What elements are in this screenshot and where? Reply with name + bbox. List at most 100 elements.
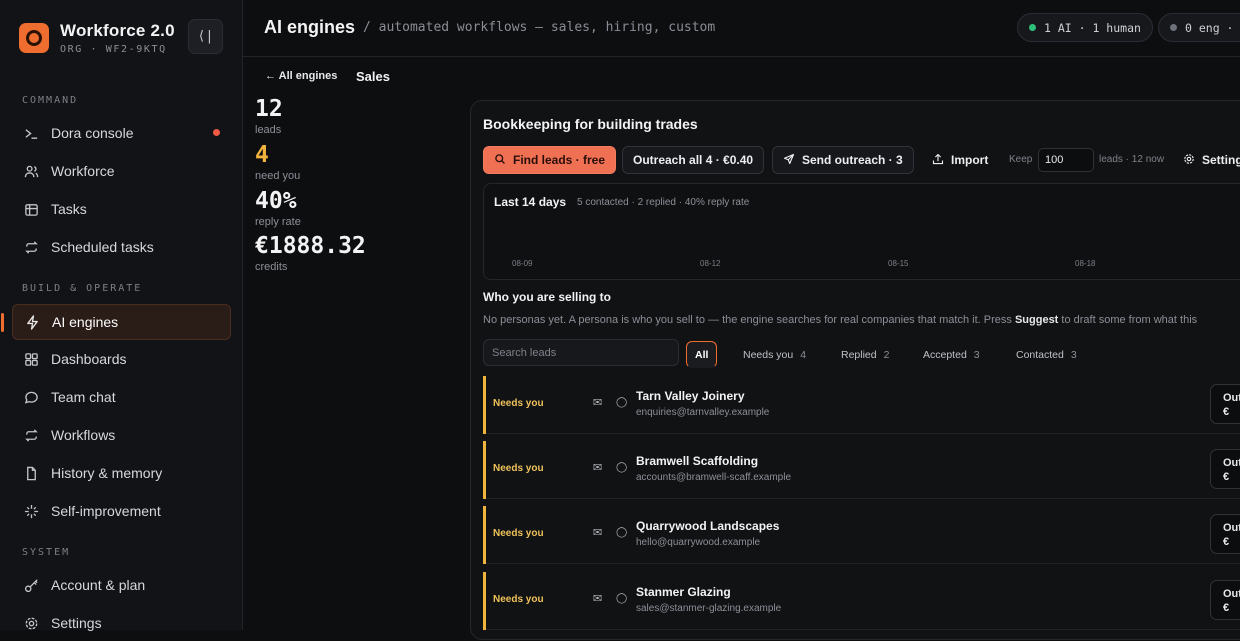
outreach-button[interactable]: Out € — [1210, 449, 1240, 489]
presence-pill[interactable]: 1 AI · 1 human — [1017, 13, 1153, 42]
sidebar-item-ai-engines[interactable]: AI engines — [1, 304, 231, 340]
engine-settings-button[interactable]: Settings — [1173, 146, 1240, 174]
gear-icon — [1183, 153, 1195, 168]
keep-leads-input[interactable] — [1038, 148, 1094, 172]
send-outreach-label: Send outreach · 3 — [802, 153, 903, 167]
sidebar-item-label: Team chat — [51, 389, 116, 405]
mail-icon[interactable]: ✉ — [593, 396, 602, 409]
chat-icon[interactable]: ◯ — [616, 462, 627, 473]
send-outreach-button[interactable]: Send outreach · 3 — [772, 146, 914, 174]
sidebar-item-account-plan[interactable]: Account & plan — [12, 567, 231, 603]
chart-tick: 08-09 — [512, 259, 533, 268]
stat-leads-value: 12 — [255, 96, 283, 122]
outreach-button[interactable]: Out € — [1210, 384, 1240, 424]
brand-logo-icon — [19, 23, 49, 53]
calendar-icon — [23, 201, 40, 218]
lead-row[interactable]: Needs you ✉ ◯ Bramwell Scaffolding accou… — [483, 441, 1240, 499]
stat-credits-label: credits — [255, 261, 288, 273]
sidebar-item-workforce[interactable]: Workforce — [12, 153, 231, 189]
sidebar: Workforce 2.0 ORG · WF2-9KTQ ⟨| COMMAND … — [0, 0, 243, 631]
sidebar-item-scheduled-tasks[interactable]: Scheduled tasks — [12, 229, 231, 265]
outreach-all-label: Outreach all 4 · €0.40 — [633, 153, 754, 167]
sidebar-item-label: Scheduled tasks — [51, 239, 154, 255]
needs-you-indicator — [483, 376, 486, 434]
find-leads-button[interactable]: Find leads · free — [483, 146, 617, 174]
brand[interactable]: Workforce 2.0 ORG · WF2-9KTQ — [19, 21, 175, 55]
sidebar-item-team-chat[interactable]: Team chat — [12, 379, 231, 415]
sidebar-item-label: Workflows — [51, 427, 116, 443]
filter-tab-count: 4 — [800, 348, 807, 361]
outreach-button[interactable]: Out € — [1210, 514, 1240, 554]
collapse-sidebar-button[interactable]: ⟨| — [188, 19, 223, 54]
repeat-icon — [23, 239, 40, 256]
outreach-label: Out — [1223, 457, 1240, 469]
lead-row[interactable]: Needs you ✉ ◯ Tarn Valley Joinery enquir… — [483, 376, 1240, 434]
sidebar-item-dashboards[interactable]: Dashboards — [12, 341, 231, 377]
section-label-command: COMMAND — [22, 95, 79, 106]
personas-description: No personas yet. A persona is who you se… — [483, 314, 1197, 326]
brand-title: Workforce 2.0 — [60, 21, 175, 40]
lead-row[interactable]: Needs you ✉ ◯ Quarrywood Landscapes hell… — [483, 506, 1240, 564]
engine-panel: Bookkeeping for building trades Find lea… — [470, 100, 1240, 640]
lead-status: Needs you — [493, 463, 544, 474]
needs-you-indicator — [483, 506, 486, 564]
import-label: Import — [951, 153, 989, 167]
sidebar-item-label: History & memory — [51, 465, 163, 481]
needs-you-indicator — [483, 441, 486, 499]
mail-icon[interactable]: ✉ — [593, 592, 602, 605]
outreach-cost: € — [1223, 406, 1230, 418]
sidebar-item-workflows[interactable]: Workflows — [12, 417, 231, 453]
sidebar-item-history-memory[interactable]: History & memory — [12, 455, 231, 491]
filter-tab-label: Accepted — [923, 348, 967, 361]
online-dot-icon — [1029, 24, 1036, 31]
chat-icon[interactable]: ◯ — [616, 593, 627, 604]
import-button[interactable]: Import — [922, 146, 998, 174]
lead-email: accounts@bramwell-scaff.example — [636, 472, 792, 483]
sparkle-icon — [23, 503, 40, 520]
tab-sales[interactable]: Sales — [356, 69, 390, 84]
search-leads-input[interactable] — [483, 339, 679, 366]
filter-tab-needs-you[interactable]: Needs you 4 — [735, 341, 814, 368]
lead-status: Needs you — [493, 594, 544, 605]
lead-row[interactable]: Needs you ✉ ◯ Stanmer Glazing sales@stan… — [483, 572, 1240, 630]
sidebar-item-self-improvement[interactable]: Self-improvement — [12, 493, 231, 529]
outreach-cost: € — [1223, 536, 1230, 548]
sidebar-item-label: Workforce — [51, 163, 115, 179]
filter-tab-contacted[interactable]: Contacted 3 — [1008, 341, 1085, 368]
outreach-button[interactable]: Out € — [1210, 580, 1240, 620]
filter-tab-accepted[interactable]: Accepted 3 — [915, 341, 988, 368]
lead-status: Needs you — [493, 528, 544, 539]
filter-tab-replied[interactable]: Replied 2 — [833, 341, 897, 368]
back-to-all-engines-link[interactable]: ← All engines — [265, 70, 337, 82]
chat-icon[interactable]: ◯ — [616, 527, 627, 538]
mail-icon[interactable]: ✉ — [593, 526, 602, 539]
sidebar-item-settings[interactable]: Settings — [12, 605, 231, 641]
sidebar-item-label: Tasks — [51, 201, 87, 217]
filter-tab-all[interactable]: All — [686, 341, 718, 368]
stat-leads-label: leads — [255, 124, 282, 136]
mail-icon[interactable]: ✉ — [593, 461, 602, 474]
engine-count-pill[interactable]: 0 eng · 0 — [1158, 13, 1240, 42]
chat-icon[interactable]: ◯ — [616, 397, 627, 408]
sidebar-item-label: Settings — [51, 615, 102, 631]
grid-icon — [23, 351, 40, 368]
filter-tab-label: All — [695, 348, 709, 361]
presence-text: 1 AI · 1 human — [1044, 20, 1141, 35]
chart-tick: 08-12 — [700, 259, 721, 268]
sidebar-item-tasks[interactable]: Tasks — [12, 191, 231, 227]
chart-tick: 08-15 — [888, 259, 909, 268]
top-header: AI engines / automated workflows — sales… — [243, 0, 1240, 57]
lead-status: Needs you — [493, 398, 544, 409]
repeat-icon — [23, 427, 40, 444]
engine-count-text: 0 eng · 0 — [1185, 20, 1240, 35]
chat-icon — [23, 389, 40, 406]
gear-icon — [23, 615, 40, 632]
lead-name: Stanmer Glazing — [636, 585, 731, 599]
sidebar-item-dora-console[interactable]: Dora console — [12, 115, 231, 151]
terminal-icon — [23, 125, 40, 142]
activity-chart: Last 14 days 5 contacted · 2 replied · 4… — [483, 183, 1240, 280]
chart-stats: 5 contacted · 2 replied · 40% reply rate — [577, 197, 750, 208]
lead-email: sales@stanmer-glazing.example — [636, 603, 782, 614]
filter-tab-count: 3 — [973, 348, 980, 361]
outreach-all-button[interactable]: Outreach all 4 · €0.40 — [622, 146, 765, 174]
